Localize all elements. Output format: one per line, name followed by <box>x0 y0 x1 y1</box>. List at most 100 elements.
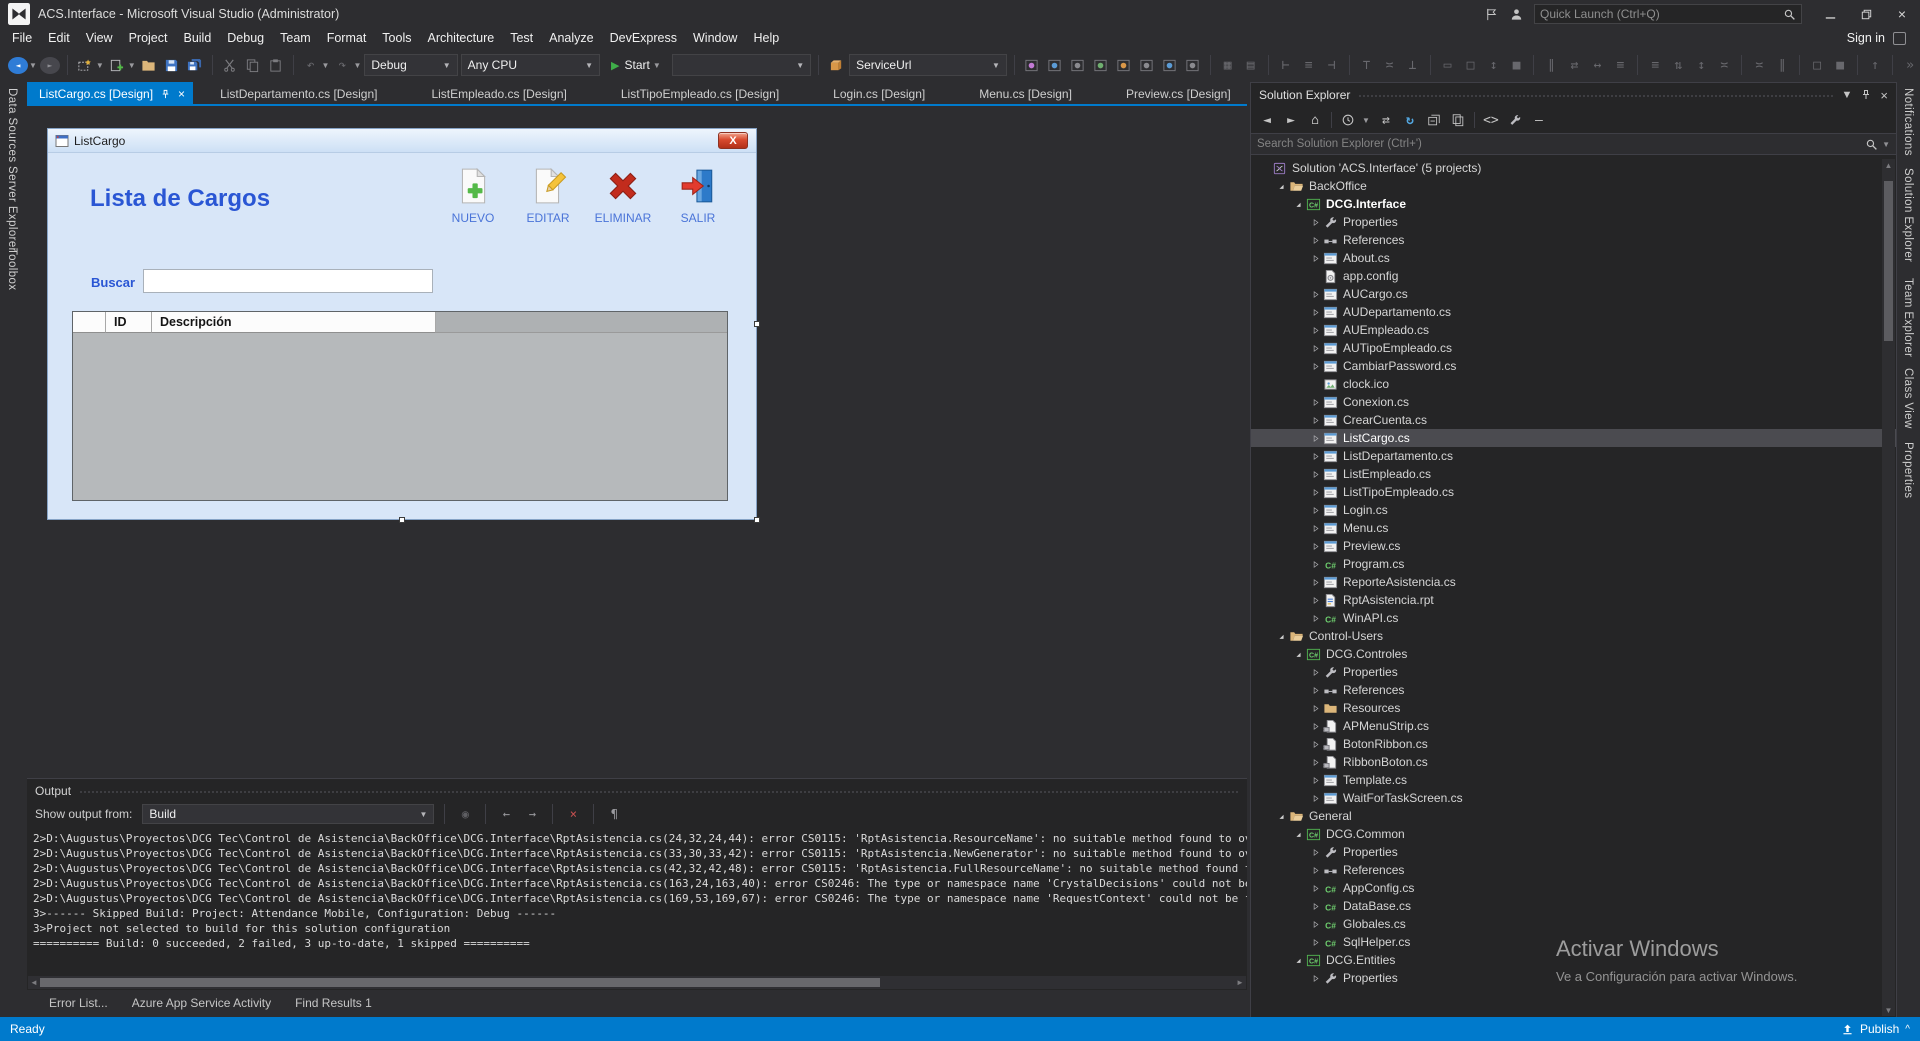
pending-changes-filter-icon[interactable] <box>1340 111 1356 129</box>
side-tab-team-explorer[interactable]: Team Explorer <box>1902 278 1914 357</box>
form-action-eliminar[interactable]: ELIMINAR <box>586 167 660 225</box>
back-icon[interactable]: ◄ <box>1259 111 1275 129</box>
collapsed-arrow-icon[interactable] <box>1308 721 1322 732</box>
collapsed-arrow-icon[interactable] <box>1308 325 1322 336</box>
minimize-button[interactable] <box>1812 0 1848 28</box>
remove-vertical-spacing-icon[interactable]: ≍ <box>1714 54 1734 76</box>
forward-icon[interactable]: ► <box>1283 111 1299 129</box>
collapsed-arrow-icon[interactable] <box>1308 235 1322 246</box>
view-code-icon[interactable]: <> <box>1483 111 1499 129</box>
tree-item-dcg-interface[interactable]: C#DCG.Interface <box>1251 195 1896 213</box>
sync-with-active-document-icon[interactable]: ⇄ <box>1378 111 1394 129</box>
align-lefts-icon[interactable]: ⊢ <box>1276 54 1296 76</box>
doc-tab-preview-cs-design[interactable]: Preview.cs [Design] <box>1099 82 1247 106</box>
tree-item-listtipoempleado-cs[interactable]: ListTipoEmpleado.cs <box>1251 483 1896 501</box>
panel-tab-azure-app-service-activity[interactable]: Azure App Service Activity <box>122 994 281 1014</box>
expanded-arrow-icon[interactable] <box>1291 199 1305 210</box>
tree-item-autipoempleado-cs[interactable]: AUTipoEmpleado.cs <box>1251 339 1896 357</box>
forms-designer-surface[interactable]: ListCargo X Lista de Cargos NUEVOEDITARE… <box>27 106 1247 778</box>
collapsed-arrow-icon[interactable] <box>1308 361 1322 372</box>
window-position-menu-icon[interactable]: ▼ <box>1842 89 1853 101</box>
menu-window[interactable]: Window <box>685 28 745 48</box>
make-same-height-icon[interactable]: ↕ <box>1483 54 1503 76</box>
collapse-all-icon[interactable] <box>1426 111 1442 129</box>
expanded-arrow-icon[interactable] <box>1274 181 1288 192</box>
side-tab-toolbox[interactable]: Toolbox <box>6 248 18 290</box>
collapsed-arrow-icon[interactable] <box>1308 901 1322 912</box>
copy-icon[interactable] <box>243 54 263 76</box>
increase-vertical-spacing-icon[interactable]: ⇅ <box>1668 54 1688 76</box>
side-tab-data-sources[interactable]: Data Sources <box>6 88 18 162</box>
collapsed-arrow-icon[interactable] <box>1308 289 1322 300</box>
extension-tool-icon-3[interactable] <box>1068 54 1088 76</box>
menu-test[interactable]: Test <box>502 28 541 48</box>
tree-item-crearcuenta-cs[interactable]: CrearCuenta.cs <box>1251 411 1896 429</box>
paste-icon[interactable] <box>266 54 286 76</box>
save-icon[interactable] <box>162 54 182 76</box>
collapsed-arrow-icon[interactable] <box>1308 793 1322 804</box>
tree-item-database-cs[interactable]: C#DataBase.cs <box>1251 897 1896 915</box>
align-bottoms-icon[interactable]: ⊥ <box>1403 54 1423 76</box>
publish-button[interactable]: Publish ^ <box>1841 1022 1910 1036</box>
panel-tab-find-results-1[interactable]: Find Results 1 <box>285 994 382 1014</box>
quick-launch-box[interactable] <box>1534 4 1802 24</box>
close-panel-icon[interactable]: × <box>1880 88 1888 103</box>
designed-form-listcargo[interactable]: ListCargo X Lista de Cargos NUEVOEDITARE… <box>47 128 757 520</box>
doc-tab-listcargo-cs-design[interactable]: ListCargo.cs [Design]× <box>27 82 193 106</box>
resize-handle-corner[interactable] <box>754 517 760 523</box>
form-action-salir[interactable]: SALIR <box>661 167 735 225</box>
collapsed-arrow-icon[interactable] <box>1308 253 1322 264</box>
collapsed-arrow-icon[interactable] <box>1308 883 1322 894</box>
side-tab-properties[interactable]: Properties <box>1902 442 1914 498</box>
collapsed-arrow-icon[interactable] <box>1308 487 1322 498</box>
buscar-input[interactable] <box>143 269 433 293</box>
menu-team[interactable]: Team <box>272 28 319 48</box>
collapsed-arrow-icon[interactable] <box>1308 847 1322 858</box>
menu-build[interactable]: Build <box>175 28 219 48</box>
align-rights-icon[interactable]: ⊣ <box>1322 54 1342 76</box>
side-tab-notifications[interactable]: Notifications <box>1902 88 1914 156</box>
tree-item-program-cs[interactable]: C#Program.cs <box>1251 555 1896 573</box>
dropdown-caret-icon[interactable]: ▼ <box>437 61 451 70</box>
tree-item-backoffice[interactable]: BackOffice <box>1251 177 1896 195</box>
form-action-editar[interactable]: EDITAR <box>511 167 585 225</box>
dropdown-caret-icon[interactable]: ▼ <box>653 61 661 70</box>
dropdown-caret-icon[interactable]: ▼ <box>128 61 136 70</box>
tree-item-appconfig-cs[interactable]: C#AppConfig.cs <box>1251 879 1896 897</box>
tree-item-dcg-common[interactable]: C#DCG.Common <box>1251 825 1896 843</box>
panel-drag-texture[interactable] <box>79 790 1239 795</box>
extension-tool-icon-4[interactable] <box>1091 54 1111 76</box>
output-log[interactable]: 2>D:\Augustus\Proyectos\DCG Tec\Control … <box>27 827 1247 976</box>
collapsed-arrow-icon[interactable] <box>1308 343 1322 354</box>
close-tab-icon[interactable]: × <box>178 87 185 101</box>
user-profile-icon[interactable] <box>1509 7 1524 22</box>
side-tab-class-view[interactable]: Class View <box>1902 368 1914 429</box>
send-to-back-icon[interactable]: ■ <box>1830 54 1850 76</box>
tree-item-botonribbon-cs[interactable]: BotonRibbon.cs <box>1251 735 1896 753</box>
tree-item-listempleado-cs[interactable]: ListEmpleado.cs <box>1251 465 1896 483</box>
pin-tab-icon[interactable] <box>160 89 171 100</box>
collapsed-arrow-icon[interactable] <box>1308 739 1322 750</box>
collapsed-arrow-icon[interactable] <box>1308 307 1322 318</box>
extension-tool-icon-2[interactable] <box>1045 54 1065 76</box>
refresh-icon[interactable]: ↻ <box>1402 111 1418 129</box>
remove-horizontal-spacing-icon[interactable]: ≡ <box>1610 54 1630 76</box>
preview-selected-items-icon[interactable]: — <box>1531 111 1547 129</box>
dropdown-caret-icon[interactable]: ▼ <box>29 61 37 70</box>
make-same-size-icon[interactable]: ■ <box>1506 54 1526 76</box>
scroll-right-arrow[interactable]: ► <box>1234 976 1246 989</box>
doc-tab-menu-cs-design[interactable]: Menu.cs [Design] <box>952 82 1099 106</box>
collapsed-arrow-icon[interactable] <box>1308 757 1322 768</box>
expanded-arrow-icon[interactable] <box>1291 829 1305 840</box>
align-middles-icon[interactable]: ≍ <box>1380 54 1400 76</box>
tree-item-dcg-controles[interactable]: C#DCG.Controles <box>1251 645 1896 663</box>
dropdown-caret-icon[interactable]: ▼ <box>1362 116 1370 125</box>
resize-handle-right[interactable] <box>754 321 760 327</box>
dropdown-caret-icon[interactable]: ▼ <box>353 61 361 70</box>
solution-configuration-combobox[interactable]: Debug▼ <box>364 54 457 76</box>
find-message-icon[interactable]: ◉ <box>455 804 475 824</box>
cut-icon[interactable] <box>220 54 240 76</box>
output-source-combobox[interactable]: Build▼ <box>142 804 434 824</box>
bring-to-front-icon[interactable]: □ <box>1807 54 1827 76</box>
collapsed-arrow-icon[interactable] <box>1308 595 1322 606</box>
